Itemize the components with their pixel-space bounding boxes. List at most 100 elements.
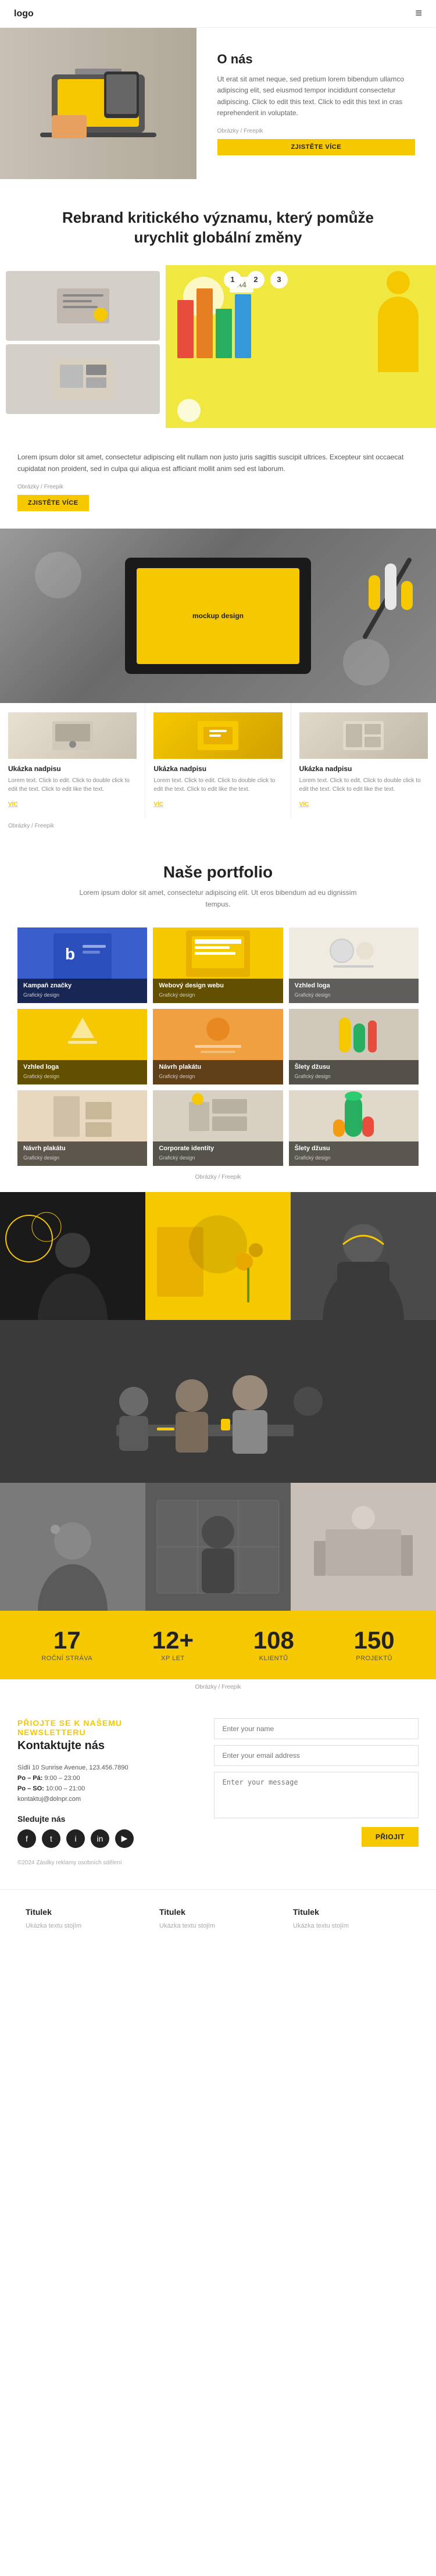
copyright: ©2024 Zásilky reklamy osobních sdělení — [17, 1860, 179, 1866]
number-circle-2: 2 — [247, 271, 265, 288]
portfolio-item-cat-6: Grafický design — [295, 1073, 331, 1079]
contact-submit-button[interactable]: PŘIOJIT — [362, 1827, 419, 1847]
logo: logo — [14, 9, 34, 19]
footer-title-2: Titulek — [159, 1907, 277, 1917]
stat-label-3: KLIENTŮ — [253, 1655, 294, 1662]
stat-value-4: 150 — [354, 1628, 395, 1653]
books-decoration — [177, 288, 251, 358]
stat-item-1: 17 ROČNÍ STRÁVA — [41, 1628, 92, 1662]
stats-source: Obrázky / Freepik — [0, 1679, 436, 1695]
mockup-card-3: Ukázka nadpisu Lorem text. Click to edit… — [291, 703, 436, 818]
portfolio-item-title-8: Corporate identity — [159, 1145, 277, 1152]
contact-email-input[interactable] — [214, 1745, 419, 1766]
mockup-area: A4 1 2 3 — [166, 265, 436, 428]
rebrand-text: Lorem ipsum dolor sit amet, consectetur … — [0, 428, 436, 529]
contact-phone-value: 9:00 – 23:00 — [44, 1775, 80, 1782]
mockup-card-img-1 — [8, 712, 137, 759]
footer: Titulek Ukázka textu stojím Titulek Ukáz… — [0, 1889, 436, 1949]
svg-text:b: b — [65, 945, 75, 963]
hero-content: O nás Ut erat sit amet neque, sed pretiu… — [196, 28, 436, 179]
portfolio-img-5: Návrh plakátu Grafický design — [153, 1009, 283, 1084]
person-figure — [378, 271, 419, 372]
portfolio-item-title-5: Návrh plakátu — [159, 1064, 277, 1071]
stat-item-2: 12+ XP LET — [152, 1628, 194, 1662]
hero-cta-button[interactable]: ZJISTĚTE VÍCE — [217, 139, 416, 155]
portfolio-img-6: Šlety džusu Grafický design — [289, 1009, 419, 1084]
portfolio-img-7: Návrh plakátu Grafický design — [17, 1090, 147, 1166]
portfolio-item-8: Corporate identity Grafický design — [153, 1090, 283, 1166]
contact-name-input[interactable] — [214, 1718, 419, 1739]
rebrand-img-2 — [6, 344, 160, 414]
mockup-design-label: mockup design — [192, 612, 244, 620]
portfolio-item-cat-5: Grafický design — [159, 1073, 195, 1079]
team-main-photo — [0, 1320, 436, 1483]
card-2-link[interactable]: VÍC — [153, 801, 163, 808]
stat-label-4: PROJEKTŮ — [354, 1655, 395, 1662]
twitter-icon[interactable]: t — [42, 1829, 60, 1848]
team-photo-4 — [0, 1483, 145, 1611]
portfolio-label-7: Návrh plakátu Grafický design — [17, 1141, 147, 1166]
hero-title: O nás — [217, 52, 416, 67]
card-3-link[interactable]: VÍC — [299, 801, 309, 808]
team-grid-bottom — [0, 1483, 436, 1611]
portfolio-section: Naše portfolio Lorem ipsum dolor sit ame… — [0, 834, 436, 1191]
linkedin-icon[interactable]: in — [91, 1829, 109, 1848]
portfolio-title: Naše portfolio — [17, 863, 419, 882]
portfolio-label-1: Kampaň značky Grafický design — [17, 979, 147, 1003]
showcase-laptop: mockup design — [125, 558, 311, 674]
portfolio-item-cat-3: Grafický design — [295, 992, 331, 998]
card-3-desc: Lorem text. Click to edit. Click to doub… — [299, 776, 428, 794]
card-2-illustration — [195, 718, 241, 753]
contact-message-input[interactable] — [214, 1772, 419, 1818]
stat-item-3: 108 KLIENTŮ — [253, 1628, 294, 1662]
contact-fax-label: Po – SO: — [17, 1785, 44, 1792]
portfolio-item-title-3: Vzhled loga — [295, 982, 413, 989]
portfolio-img-1: b Kampaň značky Grafický design — [17, 927, 147, 1003]
portfolio-source: Obrázky / Freepik — [17, 1174, 419, 1180]
mockup-source: Obrázky / Freepik — [0, 818, 436, 834]
portfolio-item-4: Vzhled loga Grafický design — [17, 1009, 147, 1084]
team-img-2 — [145, 1192, 291, 1320]
youtube-icon[interactable]: ▶ — [115, 1829, 134, 1848]
menu-icon[interactable]: ≡ — [415, 7, 422, 20]
stat-item-4: 150 PROJEKTŮ — [354, 1628, 395, 1662]
footer-text-2: Ukázka textu stojím — [159, 1921, 277, 1932]
portfolio-img-4: Vzhled loga Grafický design — [17, 1009, 147, 1084]
rebrand-section: Rebrand kritického významu, který pomůže… — [0, 179, 436, 529]
facebook-icon[interactable]: f — [17, 1829, 36, 1848]
design-icon — [51, 356, 115, 402]
contact-section: PŘIOJTE SE K NAŠEMU NEWSLETTERU Kontaktu… — [0, 1695, 436, 1889]
portfolio-item-6: Šlety džusu Grafický design — [289, 1009, 419, 1084]
portfolio-item-9: Šlety džusu Grafický design — [289, 1090, 419, 1166]
rebrand-cta-button[interactable]: ZJISTĚTE VÍCE — [17, 495, 89, 511]
rebrand-left-images — [0, 265, 166, 428]
portfolio-label-9: Šlety džusu Grafický design — [289, 1141, 419, 1166]
stat-value-2: 12+ — [152, 1628, 194, 1653]
contact-fax: Po – SO: 10:00 – 21:00 — [17, 1785, 179, 1792]
card-2-title: Ukázka nadpisu — [153, 765, 282, 773]
rebrand-img-1 — [6, 271, 160, 341]
stat-label-1: ROČNÍ STRÁVA — [41, 1655, 92, 1662]
card-1-link[interactable]: VÍC — [8, 801, 18, 808]
contact-phone: Po – Pá: 9:00 – 23:00 — [17, 1775, 179, 1782]
showcase-circle-1 — [35, 552, 81, 598]
portfolio-item-title-9: Šlety džusu — [295, 1145, 413, 1152]
team-photo-1 — [0, 1192, 145, 1320]
portfolio-grid: b Kampaň značky Grafický design — [17, 927, 419, 1166]
portfolio-item-1: b Kampaň značky Grafický design — [17, 927, 147, 1003]
showcase-circle-2 — [343, 639, 389, 686]
card-3-title: Ukázka nadpisu — [299, 765, 428, 773]
footer-title-3: Titulek — [293, 1907, 410, 1917]
portfolio-label-5: Návrh plakátu Grafický design — [153, 1060, 283, 1084]
showcase-objects — [369, 563, 413, 610]
team-gallery-wrapper — [0, 1192, 436, 1611]
showcase-laptop-screen: mockup design — [137, 568, 299, 664]
instagram-icon[interactable]: i — [66, 1829, 85, 1848]
rebrand-main-image: A4 1 2 3 — [166, 265, 436, 428]
number-circle-3: 3 — [270, 271, 288, 288]
contact-address: Sídlí 10 Sunrise Avenue, 123.456.7890 — [17, 1764, 179, 1771]
team-img-1 — [0, 1192, 145, 1320]
team-full-row — [0, 1320, 436, 1483]
rebrand-source: Obrázky / Freepik — [17, 484, 419, 490]
mockup-card-img-3 — [299, 712, 428, 759]
